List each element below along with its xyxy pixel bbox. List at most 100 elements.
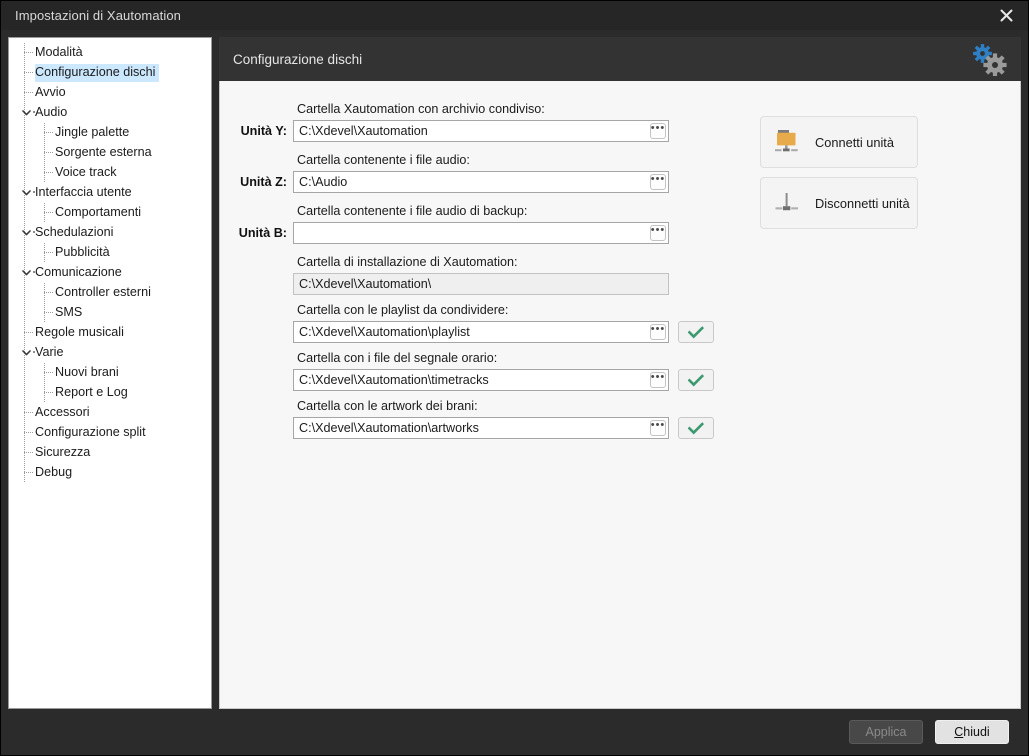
browse-button-cartella-artwork[interactable]: ••• xyxy=(650,420,666,436)
validate-button-cartella-segnale-orario[interactable] xyxy=(678,369,714,391)
sidebar-item-avvio[interactable]: Avvio xyxy=(9,83,211,103)
sidebar-item-label: Voice track xyxy=(55,165,117,179)
sidebar-item-debug[interactable]: Debug xyxy=(9,463,211,483)
settings-tree-sidebar[interactable]: Modalità Configurazione dischi Avvio Audio J… xyxy=(8,37,212,709)
browse-button-cartella-segnale-orario[interactable]: ••• xyxy=(650,372,666,388)
sidebar-item-comunicazione[interactable]: Comunicazione xyxy=(9,263,211,283)
sidebar-item-label: Nuovi brani xyxy=(55,365,119,379)
validate-button-cartella-artwork[interactable] xyxy=(678,417,714,439)
field-group-cartella-playlist: Cartella con le playlist da condividere:… xyxy=(229,302,919,343)
sidebar-item-regole-musicali[interactable]: Regole musicali xyxy=(9,323,211,343)
input-value-cartella-segnale-orario: C:\Xdevel\Xautomation\timetracks xyxy=(299,373,489,387)
drive-actions: Connetti unità Disconnetti unità xyxy=(760,116,918,238)
browse-button-cartella-playlist[interactable]: ••• xyxy=(650,324,666,340)
field-group-cartella-artwork: Cartella con le artwork dei brani: C:\Xde… xyxy=(229,398,919,439)
chevron-down-icon[interactable] xyxy=(20,346,32,360)
chevron-down-icon[interactable] xyxy=(20,186,32,200)
sidebar-item-configurazione-dischi[interactable]: Configurazione dischi xyxy=(9,63,211,83)
tree-connector xyxy=(44,292,53,293)
content-area: Configurazione dischi Cartella Xautomati… xyxy=(219,37,1021,709)
close-button-accel: C xyxy=(954,725,964,739)
sidebar-item-audio[interactable]: Audio xyxy=(9,103,211,123)
input-value-unita-z: C:\Audio xyxy=(299,175,348,189)
settings-panel: Cartella Xautomation con archivio condiv… xyxy=(219,81,1021,709)
sidebar-item-schedulazioni[interactable]: Schedulazioni xyxy=(9,223,211,243)
tree-connector xyxy=(44,143,45,163)
tree-connector xyxy=(44,383,45,403)
sidebar-item-pubblicit[interactable]: Pubblicità xyxy=(9,243,211,263)
input-cartella-installazione: C:\Xdevel\Xautomation\ xyxy=(293,273,669,295)
sidebar-item-label: Debug xyxy=(35,465,73,479)
sidebar-item-voice-track[interactable]: Voice track xyxy=(9,163,211,183)
sidebar-item-sicurezza[interactable]: Sicurezza xyxy=(9,443,211,463)
sidebar-item-label: Comportamenti xyxy=(55,205,142,219)
ellipsis-icon: ••• xyxy=(650,371,666,383)
field-label-cartella-artwork: Cartella con le artwork dei brani: xyxy=(297,399,478,413)
sidebar-item-jingle-palette[interactable]: Jingle palette xyxy=(9,123,211,143)
sidebar-item-label: Pubblicità xyxy=(55,245,110,259)
input-cartella-playlist[interactable]: C:\Xdevel\Xautomation\playlist ••• xyxy=(293,321,669,343)
tree-connector xyxy=(24,92,33,93)
close-icon[interactable] xyxy=(984,1,1028,30)
input-unita-b[interactable]: ••• xyxy=(293,222,669,244)
field-row: C:\Xdevel\Xautomation\artworks ••• xyxy=(229,417,919,439)
tree-connector xyxy=(24,432,33,433)
input-cartella-segnale-orario[interactable]: C:\Xdevel\Xautomation\timetracks ••• xyxy=(293,369,669,391)
unit-label-unita-z: Unità Z: xyxy=(240,175,287,189)
tree-node-dot xyxy=(33,191,35,193)
gears-icon xyxy=(973,44,1007,77)
sidebar-item-modalit[interactable]: Modalità xyxy=(9,43,211,63)
tree-node-dot xyxy=(33,231,35,233)
tree-connector xyxy=(44,212,53,213)
field-label-cartella-playlist: Cartella con le playlist da condividere: xyxy=(297,303,509,317)
disconnetti-unita-button[interactable]: Disconnetti unità xyxy=(760,177,918,229)
page-title: Configurazione dischi xyxy=(233,51,363,67)
sidebar-item-sms[interactable]: SMS xyxy=(9,303,211,323)
field-group-cartella-installazione: Cartella di installazione di Xautomation… xyxy=(229,254,919,295)
sidebar-item-nuovi-brani[interactable]: Nuovi brani xyxy=(9,363,211,383)
network-disconnect-icon xyxy=(761,189,815,217)
sidebar-item-controller-esterni[interactable]: Controller esterni xyxy=(9,283,211,303)
browse-button-unita-y[interactable]: ••• xyxy=(650,123,666,139)
sidebar-item-accessori[interactable]: Accessori xyxy=(9,403,211,423)
sidebar-item-comportamenti[interactable]: Comportamenti xyxy=(9,203,211,223)
apply-button[interactable]: Applica xyxy=(849,720,923,744)
input-value-unita-y: C:\Xdevel\Xautomation xyxy=(299,124,428,138)
unit-label-unita-b: Unità B: xyxy=(238,226,287,240)
input-unita-y[interactable]: C:\Xdevel\Xautomation ••• xyxy=(293,120,669,142)
sidebar-item-label: Configurazione dischi xyxy=(35,64,160,82)
dialog-body: Modalità Configurazione dischi Avvio Audio J… xyxy=(1,30,1028,709)
sidebar-item-label: Regole musicali xyxy=(35,325,124,339)
checkmark-icon xyxy=(688,421,704,434)
chevron-down-icon[interactable] xyxy=(20,226,32,240)
browse-button-unita-b[interactable]: ••• xyxy=(650,225,666,241)
sidebar-item-label: Comunicazione xyxy=(35,265,122,279)
tree-connector xyxy=(24,472,33,473)
sidebar-item-report-e-log[interactable]: Report e Log xyxy=(9,383,211,403)
connetti-unita-label: Connetti unità xyxy=(815,134,894,150)
checkmark-icon xyxy=(688,373,704,386)
tree-connector xyxy=(24,52,33,53)
close-button[interactable]: Chiudi xyxy=(935,720,1009,744)
tree-connector xyxy=(24,452,33,453)
sidebar-item-sorgente-esterna[interactable]: Sorgente esterna xyxy=(9,143,211,163)
browse-button-unita-z[interactable]: ••• xyxy=(650,174,666,190)
tree-connector xyxy=(44,372,53,373)
connetti-unita-button[interactable]: Connetti unità xyxy=(760,116,918,168)
input-unita-z[interactable]: C:\Audio ••• xyxy=(293,171,669,193)
validate-button-cartella-playlist[interactable] xyxy=(678,321,714,343)
tree-connector xyxy=(44,243,45,263)
chevron-down-icon[interactable] xyxy=(20,106,32,120)
field-group-cartella-segnale-orario: Cartella con i file del segnale orario: C… xyxy=(229,350,919,391)
sidebar-item-label: Avvio xyxy=(35,85,66,99)
sidebar-item-label: Controller esterni xyxy=(55,285,151,299)
sidebar-item-varie[interactable]: Varie xyxy=(9,343,211,363)
content-header: Configurazione dischi xyxy=(219,37,1021,81)
field-label-unita-y: Cartella Xautomation con archivio condiv… xyxy=(297,102,545,116)
chevron-down-icon[interactable] xyxy=(20,266,32,280)
sidebar-item-label: Sicurezza xyxy=(35,445,91,459)
ellipsis-icon: ••• xyxy=(650,323,666,335)
sidebar-item-configurazione-split[interactable]: Configurazione split xyxy=(9,423,211,443)
sidebar-item-interfaccia-utente[interactable]: Interfaccia utente xyxy=(9,183,211,203)
input-cartella-artwork[interactable]: C:\Xdevel\Xautomation\artworks ••• xyxy=(293,417,669,439)
